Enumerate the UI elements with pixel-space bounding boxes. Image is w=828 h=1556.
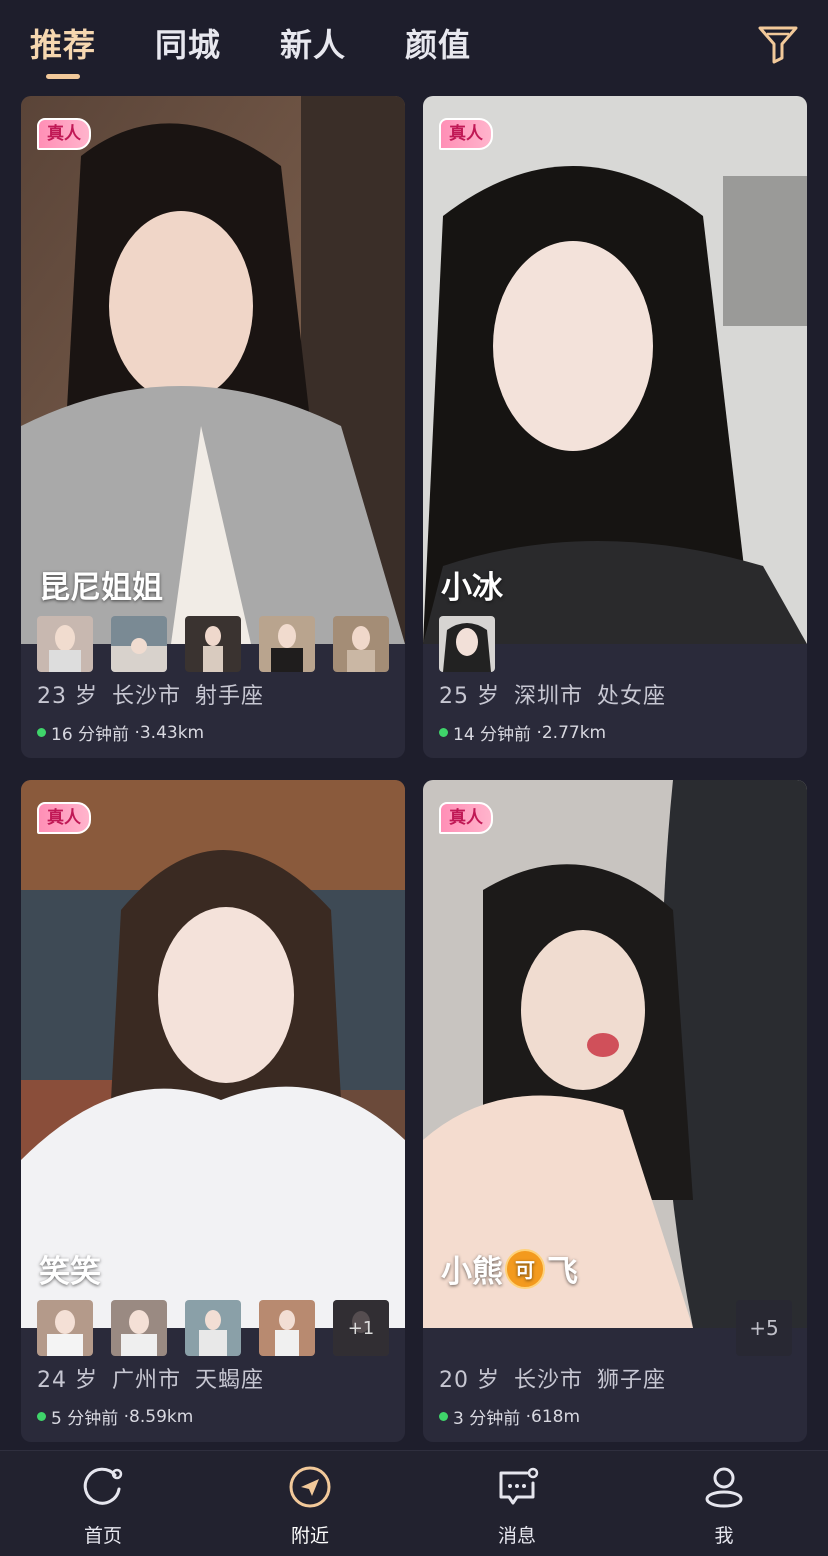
user-city: 深圳市	[514, 684, 584, 709]
photo-thumbnail[interactable]	[439, 616, 495, 672]
nav-home[interactable]: 首页	[43, 1451, 163, 1556]
user-zodiac: 狮子座	[597, 1368, 667, 1393]
verified-badge: 真人	[439, 802, 493, 834]
user-name: 笑笑	[39, 1254, 101, 1290]
user-age: 25 岁	[439, 684, 500, 709]
user-card[interactable]: 真人 昆尼姐姐 23 岁长沙市 射手座 16 分钟前 · 3.43km	[21, 96, 405, 758]
online-status: 16 分钟前 · 3.43km	[37, 720, 204, 745]
tab-newcomer[interactable]: 新人	[280, 20, 346, 66]
user-zodiac: 射手座	[195, 684, 265, 709]
photo-thumbnail[interactable]	[259, 1300, 315, 1356]
tab-looks[interactable]: 颜值	[405, 20, 471, 66]
photo-thumbnails	[37, 616, 389, 672]
nav-nearby-label: 附近	[290, 1525, 329, 1547]
user-name: 小冰	[441, 570, 503, 606]
online-dot-icon	[439, 728, 448, 737]
tab-recommend[interactable]: 推荐	[30, 20, 96, 66]
user-age: 23 岁	[37, 684, 98, 709]
last-active: 3 分钟前	[453, 1409, 521, 1429]
photo-thumbnail[interactable]	[333, 616, 389, 672]
photo-thumbnail[interactable]	[37, 616, 93, 672]
online-dot-icon	[37, 728, 46, 737]
nearby-icon	[289, 1466, 331, 1508]
home-icon	[83, 1467, 123, 1505]
top-tab-bar: 推荐 同城 新人 颜值	[0, 0, 828, 92]
user-card[interactable]: 真人 小熊 可 飞 +5 20 岁长沙市 狮子座 3 分钟前 · 618m	[423, 780, 807, 1442]
distance: 3.43km	[139, 722, 205, 743]
user-meta: 24 岁广州市 天蝎座	[37, 1362, 278, 1394]
user-name-start: 小熊	[441, 1254, 503, 1290]
last-active: 5 分钟前	[51, 1409, 119, 1429]
photo-thumbnails: +1	[37, 1300, 389, 1356]
verified-badge: 真人	[37, 802, 91, 834]
online-status: 3 分钟前 · 618m	[439, 1404, 580, 1429]
more-photos-button[interactable]: +5	[736, 1300, 792, 1356]
user-city: 长沙市	[514, 1368, 584, 1393]
user-name: 小熊 可 飞	[441, 1246, 578, 1291]
online-dot-icon	[439, 1412, 448, 1421]
message-icon	[499, 1467, 539, 1505]
nav-messages[interactable]: 消息	[457, 1451, 577, 1556]
emoji-ke-icon: 可	[505, 1248, 545, 1289]
user-name: 昆尼姐姐	[39, 570, 163, 606]
filter-icon[interactable]	[756, 22, 800, 66]
user-meta: 23 岁长沙市 射手座	[37, 678, 278, 710]
nav-nearby[interactable]: 附近	[250, 1451, 370, 1556]
profile-icon	[705, 1467, 743, 1508]
nav-profile[interactable]: 我	[664, 1451, 784, 1556]
last-active: 16 分钟前	[51, 725, 130, 745]
photo-thumbnail[interactable]	[111, 1300, 167, 1356]
distance: 8.59km	[129, 1406, 194, 1427]
bottom-navigation: 首页 附近 消息 我	[0, 1450, 828, 1556]
online-status: 5 分钟前 · 8.59km	[37, 1404, 193, 1429]
photo-thumbnail[interactable]	[185, 1300, 241, 1356]
verified-badge: 真人	[37, 118, 91, 150]
nav-home-label: 首页	[83, 1525, 122, 1547]
user-zodiac: 处女座	[597, 684, 667, 709]
user-card[interactable]: 真人 小冰 25 岁深圳市 处女座 14 分钟前 · 2.77km	[423, 96, 807, 758]
photo-thumbnail-more[interactable]: +1	[333, 1300, 389, 1356]
distance: 618m	[531, 1406, 581, 1427]
photo-thumbnails	[439, 616, 495, 672]
user-age: 20 岁	[439, 1368, 500, 1393]
photo-thumbnail[interactable]	[185, 616, 241, 672]
user-zodiac: 天蝎座	[195, 1368, 265, 1393]
user-city: 广州市	[112, 1368, 182, 1393]
distance: 2.77km	[541, 722, 607, 743]
user-meta: 20 岁长沙市 狮子座	[439, 1362, 680, 1394]
user-card[interactable]: 真人 笑笑 +1 24 岁广州市 天蝎座 5 分钟前 · 8.59km	[21, 780, 405, 1442]
photo-thumbnail[interactable]	[259, 616, 315, 672]
user-city: 长沙市	[112, 684, 182, 709]
user-age: 24 岁	[37, 1368, 98, 1393]
nav-messages-label: 消息	[497, 1525, 536, 1547]
more-photos-count: +1	[333, 1300, 389, 1356]
tab-same-city[interactable]: 同城	[155, 20, 221, 66]
online-dot-icon	[37, 1412, 46, 1421]
online-status: 14 分钟前 · 2.77km	[439, 720, 606, 745]
last-active: 14 分钟前	[453, 725, 532, 745]
verified-badge: 真人	[439, 118, 493, 150]
active-tab-indicator	[46, 74, 80, 79]
user-name-end: 飞	[547, 1254, 578, 1290]
photo-thumbnail[interactable]	[37, 1300, 93, 1356]
photo-thumbnail[interactable]	[111, 616, 167, 672]
user-meta: 25 岁深圳市 处女座	[439, 678, 680, 710]
nav-profile-label: 我	[714, 1525, 734, 1547]
